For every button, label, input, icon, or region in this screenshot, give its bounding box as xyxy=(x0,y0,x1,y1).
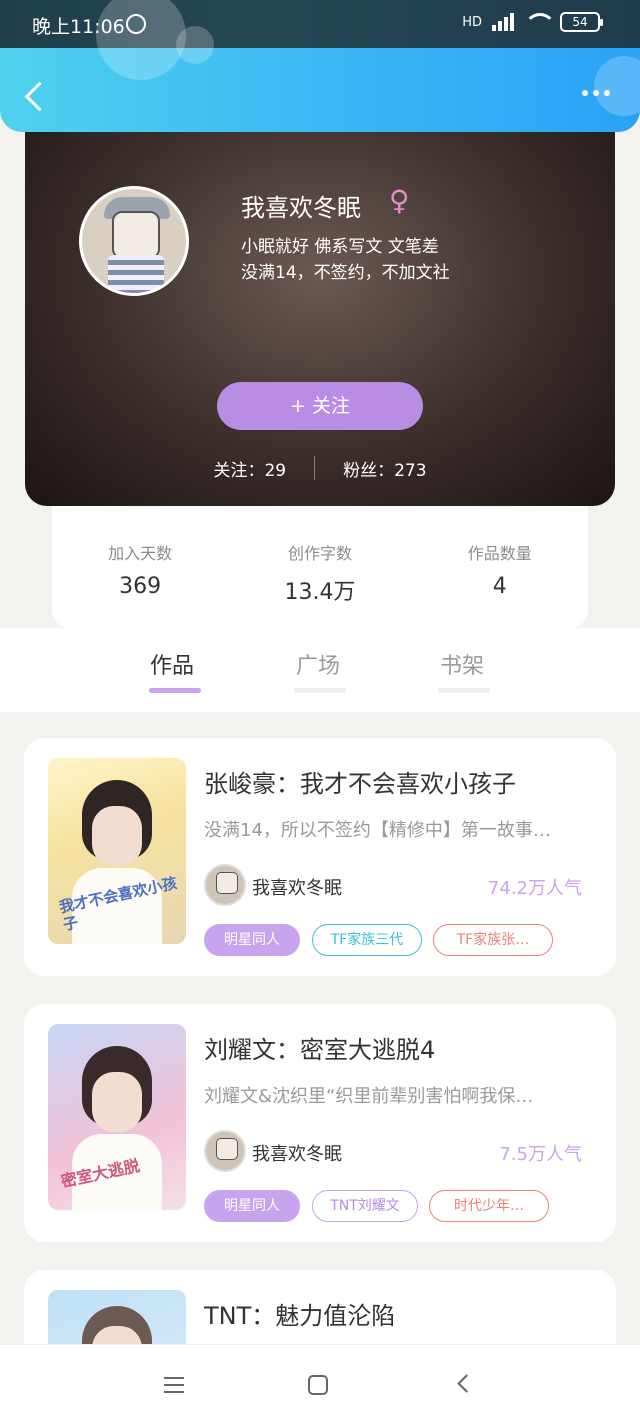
more-options-button[interactable] xyxy=(582,90,610,96)
signal-icon xyxy=(492,13,514,31)
stat-label: 作品数量 xyxy=(467,544,532,563)
book-popularity: 7.5万人气 xyxy=(499,1144,582,1165)
book-author: 我喜欢冬眠 xyxy=(252,878,342,899)
profile-bio: 小眠就好 佛系写文 文笔差 没满14，不签约，不加文社 xyxy=(241,234,450,286)
decor-bubble xyxy=(176,26,214,64)
follow-stats: 关注：29 粉丝：273 xyxy=(25,456,615,481)
book-card[interactable]: 密室大逃脱 刘耀文：密室大逃脱4 刘耀文&沈织里“织里前辈别害怕啊我保… 我喜欢… xyxy=(24,1004,616,1242)
followers-count[interactable]: 粉丝：273 xyxy=(343,456,426,481)
stat-value: 369 xyxy=(119,574,162,599)
book-tag[interactable]: 时代少年… xyxy=(429,1190,549,1222)
stat-works-count: 作品数量 4 xyxy=(468,540,532,628)
book-card[interactable]: 我才不会喜欢小孩子 张峻豪：我才不会喜欢小孩子 没满14，所以不签约【精修中】第… xyxy=(24,738,616,976)
home-icon[interactable] xyxy=(308,1375,328,1395)
tab-bar: 作品 广场 书架 xyxy=(0,628,640,712)
book-title[interactable]: TNT：魅力值沦陷 xyxy=(204,1296,395,1331)
book-tag[interactable]: TNT刘耀文 xyxy=(312,1190,418,1222)
status-indicators: HD 54 xyxy=(462,12,603,32)
author-avatar xyxy=(204,1130,246,1172)
book-cover[interactable]: 密室大逃脱 xyxy=(48,1024,186,1210)
tab-indicator xyxy=(294,688,346,693)
female-icon: ♀ xyxy=(389,184,410,217)
tab-indicator xyxy=(149,688,201,693)
book-popularity: 74.2万人气 xyxy=(487,878,582,899)
battery-icon: 54 xyxy=(560,12,603,32)
follow-button[interactable]: + 关注 xyxy=(217,382,423,430)
book-title[interactable]: 刘耀文：密室大逃脱4 xyxy=(204,1030,435,1065)
book-tag[interactable]: 明星同人 xyxy=(204,1190,300,1222)
stat-value: 13.4万 xyxy=(284,580,356,605)
decor-bubble xyxy=(96,0,186,80)
decor-bubble xyxy=(594,56,640,116)
tab-bookshelf[interactable]: 书架 xyxy=(440,648,484,680)
stat-value: 4 xyxy=(492,574,507,599)
book-cover[interactable]: 我才不会喜欢小孩子 xyxy=(48,758,186,944)
book-title[interactable]: 张峻豪：我才不会喜欢小孩子 xyxy=(204,764,516,799)
avatar[interactable] xyxy=(79,186,189,296)
tab-square[interactable]: 广场 xyxy=(296,648,340,680)
system-nav-bar xyxy=(0,1344,640,1422)
stats-card: 加入天数 369 创作字数 13.4万 作品数量 4 xyxy=(52,506,588,628)
following-count[interactable]: 关注：29 xyxy=(213,456,286,481)
book-description: 没满14，所以不签约【精修中】第一故事… xyxy=(204,820,551,841)
book-tag[interactable]: TF家族张… xyxy=(433,924,553,956)
top-header: 晚上11:06 HD 54 xyxy=(0,0,640,132)
author-avatar xyxy=(204,864,246,906)
back-button[interactable] xyxy=(20,80,50,114)
network-label: HD xyxy=(462,14,482,30)
wifi-icon xyxy=(524,13,556,31)
stat-word-count: 创作字数 13.4万 xyxy=(284,540,355,628)
menu-icon[interactable] xyxy=(164,1377,184,1398)
tab-works[interactable]: 作品 xyxy=(150,648,194,680)
book-description: 刘耀文&沈织里“织里前辈别害怕啊我保… xyxy=(204,1086,534,1107)
profile-card: 我喜欢冬眠 ♀ 小眠就好 佛系写文 文笔差 没满14，不签约，不加文社 + 关注… xyxy=(25,120,615,506)
stat-label: 创作字数 xyxy=(287,544,352,563)
bio-line: 小眠就好 佛系写文 文笔差 xyxy=(241,237,439,257)
stat-label: 加入天数 xyxy=(108,544,173,563)
back-icon[interactable] xyxy=(457,1374,476,1393)
book-tag[interactable]: 明星同人 xyxy=(204,924,300,956)
bio-line: 没满14，不签约，不加文社 xyxy=(241,263,450,283)
book-tag[interactable]: TF家族三代 xyxy=(312,924,422,956)
divider xyxy=(314,456,316,480)
book-author: 我喜欢冬眠 xyxy=(252,1144,342,1165)
profile-name: 我喜欢冬眠 xyxy=(241,194,361,222)
tab-indicator xyxy=(438,688,490,693)
stat-join-days: 加入天数 369 xyxy=(108,540,172,628)
